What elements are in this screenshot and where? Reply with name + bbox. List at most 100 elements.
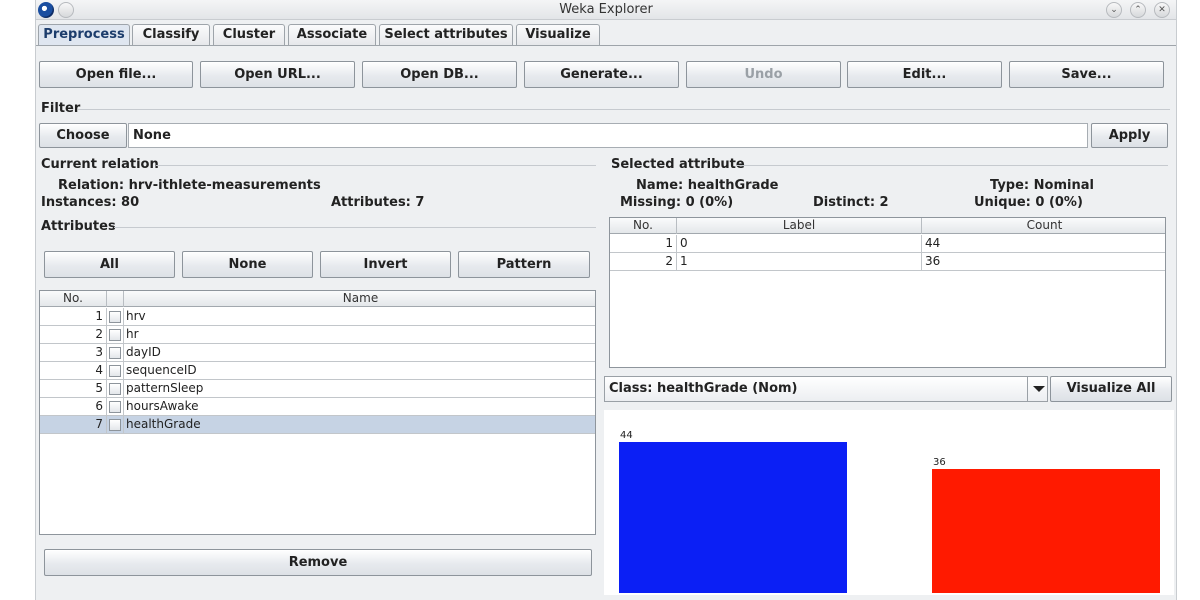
label-count-table: No. Label Count 1 0 44 2 1 36 xyxy=(609,217,1166,368)
attributes-table-header: No. Name xyxy=(40,291,595,307)
attribute-no: 5 xyxy=(40,380,107,397)
close-icon[interactable]: ✕ xyxy=(1154,2,1170,18)
attribute-no: 6 xyxy=(40,398,107,415)
label-value: 0 xyxy=(677,235,922,252)
maximize-icon[interactable]: ⌃ xyxy=(1130,2,1146,18)
attribute-checkbox-cell xyxy=(107,362,124,379)
attribute-name: dayID xyxy=(126,345,161,359)
window-title: Weka Explorer xyxy=(559,2,653,17)
tab-divider xyxy=(36,45,1176,46)
tab-preprocess[interactable]: Preprocess xyxy=(38,24,130,46)
label-count-table-header: No. Label Count xyxy=(610,218,1165,234)
attribute-name: hoursAwake xyxy=(126,399,199,413)
filter-field[interactable]: None xyxy=(128,123,1088,148)
tab-classify[interactable]: Classify xyxy=(132,24,210,45)
save-button[interactable]: Save... xyxy=(1009,61,1164,88)
histogram-bar-label: 36 xyxy=(933,457,946,468)
attribute-name: hr xyxy=(126,327,139,341)
table-row[interactable]: 7 healthGrade xyxy=(40,416,595,434)
attribute-no: 4 xyxy=(40,362,107,379)
attribute-name: healthGrade xyxy=(126,417,201,431)
attribute-checkbox[interactable] xyxy=(109,365,121,377)
attribute-no: 7 xyxy=(40,416,107,433)
current-relation-label: Current relation xyxy=(41,157,159,172)
tab-associate[interactable]: Associate xyxy=(288,24,376,45)
table-row[interactable]: 3 dayID xyxy=(40,344,595,362)
attribute-checkbox-cell xyxy=(107,398,124,415)
class-histogram: 44 36 xyxy=(604,410,1174,595)
attribute-checkbox[interactable] xyxy=(109,329,121,341)
selected-attribute-unique: Unique: 0 (0%) xyxy=(974,195,1083,210)
selected-attribute-name: Name: healthGrade xyxy=(636,178,779,193)
current-relation-group-line xyxy=(156,165,596,166)
table-row[interactable]: 2 1 36 xyxy=(610,253,1165,271)
histogram-bar-label: 44 xyxy=(620,430,633,441)
attribute-checkbox[interactable] xyxy=(109,401,121,413)
table-row[interactable]: 1 0 44 xyxy=(610,235,1165,253)
open-db-button[interactable]: Open DB... xyxy=(362,61,517,88)
apply-filter-button[interactable]: Apply xyxy=(1091,123,1168,148)
attribute-name: sequenceID xyxy=(126,363,197,377)
label-count: 36 xyxy=(925,254,941,268)
attribute-checkbox-cell xyxy=(107,416,124,433)
class-attribute-select[interactable]: Class: healthGrade (Nom) xyxy=(604,376,1048,402)
attribute-no: 2 xyxy=(40,326,107,343)
relation-name: Relation: hrv-ithlete-measurements xyxy=(58,178,321,193)
open-file-button[interactable]: Open file... xyxy=(39,61,193,88)
attribute-checkbox-cell xyxy=(107,380,124,397)
selected-attribute-missing: Missing: 0 (0%) xyxy=(620,195,734,210)
selected-attribute-distinct: Distinct: 2 xyxy=(813,195,889,210)
remove-attributes-button[interactable]: Remove xyxy=(44,549,592,576)
table-row[interactable]: 2 hr xyxy=(40,326,595,344)
choose-filter-button[interactable]: Choose xyxy=(39,123,127,148)
column-header-name[interactable]: Name xyxy=(124,291,595,307)
minimize-icon[interactable]: ⌄ xyxy=(1106,2,1122,18)
pattern-select-button[interactable]: Pattern xyxy=(458,251,590,278)
column-header-check[interactable] xyxy=(107,291,124,307)
table-row[interactable]: 4 sequenceID xyxy=(40,362,595,380)
select-none-button[interactable]: None xyxy=(182,251,313,278)
column-header-label-no[interactable]: No. xyxy=(610,218,677,234)
label-no: 2 xyxy=(610,253,677,270)
attribute-checkbox-cell xyxy=(107,308,124,325)
attribute-checkbox[interactable] xyxy=(109,311,121,323)
tab-cluster[interactable]: Cluster xyxy=(213,24,285,45)
filter-label: Filter xyxy=(41,101,81,116)
attribute-checkbox[interactable] xyxy=(109,383,121,395)
attribute-name: hrv xyxy=(126,309,146,323)
undo-button[interactable]: Undo xyxy=(686,61,841,88)
tab-visualize[interactable]: Visualize xyxy=(516,24,600,45)
attribute-checkbox-cell xyxy=(107,326,124,343)
attributes-label: Attributes xyxy=(41,219,116,234)
open-url-button[interactable]: Open URL... xyxy=(200,61,355,88)
column-header-no[interactable]: No. xyxy=(40,291,107,307)
weka-explorer-window: Weka Explorer ⌄ ⌃ ✕ Preprocess Classify … xyxy=(35,0,1177,600)
attribute-checkbox[interactable] xyxy=(109,347,121,359)
attribute-no: 3 xyxy=(40,344,107,361)
selected-attribute-type: Type: Nominal xyxy=(990,178,1094,193)
visualize-all-button[interactable]: Visualize All xyxy=(1050,376,1172,402)
edit-button[interactable]: Edit... xyxy=(847,61,1002,88)
attribute-checkbox-cell xyxy=(107,344,124,361)
label-value: 1 xyxy=(677,253,922,270)
label-no: 1 xyxy=(610,235,677,252)
invert-selection-button[interactable]: Invert xyxy=(320,251,451,278)
histogram-bar-0 xyxy=(619,442,847,593)
instances-count: Instances: 80 xyxy=(41,195,140,210)
tab-select-attributes[interactable]: Select attributes xyxy=(379,24,513,45)
column-header-label[interactable]: Label xyxy=(677,218,922,234)
attributes-count: Attributes: 7 xyxy=(331,195,425,210)
attribute-checkbox[interactable] xyxy=(109,419,121,431)
attribute-name: patternSleep xyxy=(126,381,204,395)
chevron-down-icon[interactable] xyxy=(1027,377,1048,401)
generate-button[interactable]: Generate... xyxy=(524,61,679,88)
select-all-button[interactable]: All xyxy=(44,251,175,278)
column-header-count[interactable]: Count xyxy=(922,218,1165,234)
table-row[interactable]: 6 hoursAwake xyxy=(40,398,595,416)
attributes-group-line xyxy=(114,227,596,228)
title-bar: Weka Explorer ⌄ ⌃ ✕ xyxy=(36,0,1176,20)
selected-attribute-group-line xyxy=(736,165,1168,166)
selected-attribute-label: Selected attribute xyxy=(611,157,745,172)
table-row[interactable]: 1 hrv xyxy=(40,308,595,326)
table-row[interactable]: 5 patternSleep xyxy=(40,380,595,398)
